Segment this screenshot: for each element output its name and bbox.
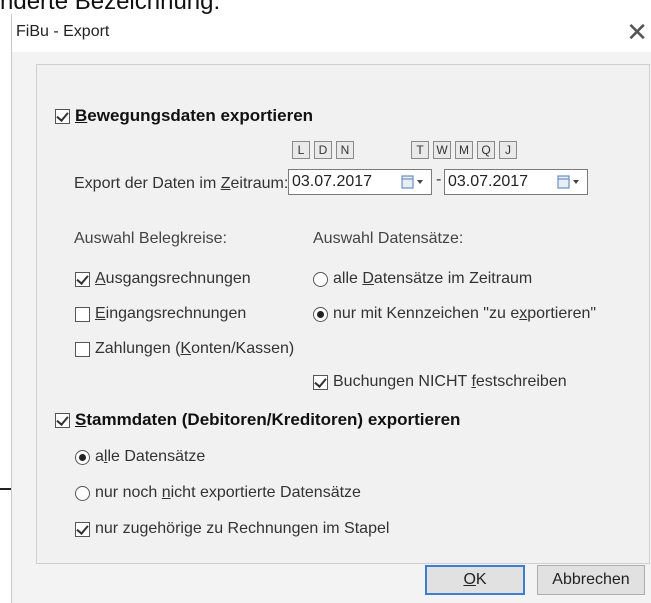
window-title: FiBu - Export [16,23,110,40]
ausgangsrechnungen-post: usgangsrechnungen [105,270,251,287]
alle-pre: a [95,448,104,465]
kennzeichen-post: portieren" [527,305,597,322]
export-dialog: FiBu - Export ✕ Bewegungsdaten exportier… [11,14,651,603]
calendar-dropdown-icon[interactable] [401,174,425,190]
datensaetze-header: Auswahl Datensätze: [313,230,464,247]
eingangsrechnungen-post: ingangsrechnungen [105,305,247,322]
alle-datensaetze-mnemonic: D [362,270,374,287]
quick-button-t[interactable]: T [411,141,429,159]
ausgangsrechnungen-checkbox[interactable] [75,272,90,287]
zeitraum-label: Export der Daten im Zeitraum: [74,175,288,193]
zahlungen-label: Zahlungen (Konten/Kassen) [95,340,294,358]
quick-button-m[interactable]: M [455,141,473,159]
zeitraum-label-post: eitraum: [230,175,289,192]
date-from-value: 03.07.2017 [292,173,373,190]
kennzeichen-radio[interactable] [313,307,328,322]
alle-datensaetze-zeitraum-radio[interactable] [313,272,328,287]
zeitraum-mnemonic: Z [220,175,231,192]
buchungen-nicht-festschreiben-label: Buchungen NICHT festschreiben [333,373,567,391]
date-range-separator: - [436,171,442,188]
nicht-exportierte-label: nur noch nicht exportierte Datensätze [95,484,361,502]
nicht-exportierte-mnemonic: n [161,484,171,501]
ok-button[interactable]: OK [425,565,525,595]
zahlungen-checkbox[interactable] [75,342,90,357]
eingangsrechnungen-checkbox[interactable] [75,307,90,322]
alle-datensaetze-radio[interactable] [75,450,90,465]
belegkreise-header: Auswahl Belegkreise: [74,230,227,247]
buchungen-pre: Buchungen NICHT [333,373,472,390]
stammdaten-label-rest: tammdaten (Debitoren/Kreditoren) exporti… [86,410,461,429]
bewegungsdaten-checkbox[interactable] [55,109,70,124]
kennzeichen-label: nur mit Kennzeichen "zu exportieren" [333,305,596,323]
quick-button-l[interactable]: L [292,141,310,159]
date-from-field[interactable]: 03.07.2017 [288,169,432,195]
eingangsrechnungen-mnemonic: E [95,305,106,322]
zugehoerige-label: nur zugehörige zu Rechnungen im Stapel [95,520,390,537]
buchungen-post: estschreiben [475,373,567,390]
options-panel: Bewegungsdaten exportieren L D N T W M Q… [36,64,650,564]
zahlungen-mnemonic: K [180,340,192,357]
ok-label-rest: K [475,571,487,588]
stammdaten-label: Stammdaten (Debitoren/Kreditoren) export… [75,410,460,430]
alle-datensaetze-zeitraum-label: alle Datensätze im Zeitraum [333,270,532,288]
ok-mnemonic: O [463,571,476,588]
zugehoerige-checkbox[interactable] [75,522,90,537]
buchungen-nicht-festschreiben-checkbox[interactable] [313,375,328,390]
nicht-exportierte-post: icht exportierte Datensätze [170,484,361,501]
kennzeichen-pre: nur mit Kennzeichen "zu e [333,305,520,322]
ausgangsrechnungen-label: Ausgangsrechnungen [95,270,251,288]
zahlungen-post: onten/Kassen) [191,340,295,357]
ausgangsrechnungen-mnemonic: A [95,270,106,287]
date-to-field[interactable]: 03.07.2017 [444,169,588,195]
bewegungsdaten-label-rest: ewegungsdaten exportieren [87,106,314,125]
nicht-exportierte-radio[interactable] [75,486,90,501]
zeitraum-label-pre: Export der Daten im [74,175,221,192]
quick-button-d[interactable]: D [314,141,332,159]
alle-datensaetze-label: alle Datensätze [95,448,205,466]
title-bar: FiBu - Export ✕ [12,14,651,52]
alle-datensaetze-post: atensätze im Zeitraum [373,270,533,287]
bewegungsdaten-label: Bewegungsdaten exportieren [75,106,313,126]
alle-datensaetze-pre: alle [333,270,363,287]
stammdaten-mnemonic: S [75,410,87,429]
alle-post: le Datensätze [107,448,206,465]
quick-button-j[interactable]: J [499,141,517,159]
zahlungen-pre: Zahlungen ( [95,340,181,357]
nicht-exportierte-pre: nur noch [95,484,162,501]
date-to-value: 03.07.2017 [448,173,529,190]
close-icon[interactable]: ✕ [626,17,648,48]
bewegungsdaten-mnemonic: B [75,106,88,125]
cancel-button[interactable]: Abbrechen [537,565,645,595]
stammdaten-checkbox[interactable] [55,413,70,428]
quick-button-n[interactable]: N [336,141,354,159]
eingangsrechnungen-label: Eingangsrechnungen [95,305,246,323]
calendar-dropdown-icon[interactable] [557,174,581,190]
quick-button-w[interactable]: W [433,141,451,159]
quick-button-q[interactable]: Q [477,141,495,159]
